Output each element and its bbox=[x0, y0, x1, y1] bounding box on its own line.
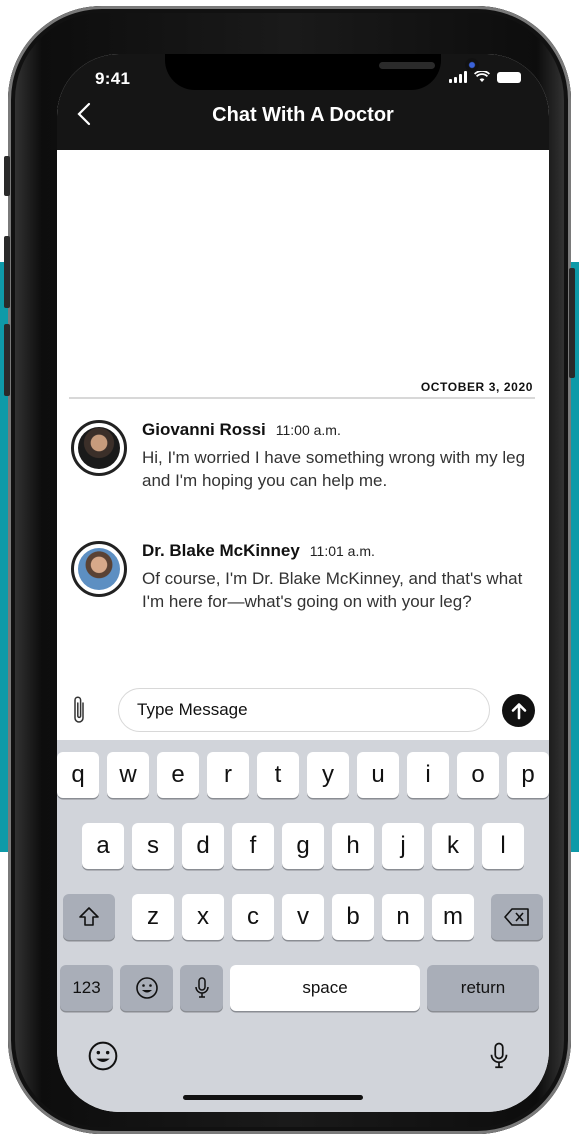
emoji-icon bbox=[135, 977, 158, 999]
key-u[interactable]: u bbox=[357, 752, 399, 798]
arrow-up-icon bbox=[511, 702, 526, 719]
page-title: Chat With A Doctor bbox=[212, 104, 394, 126]
return-key[interactable]: return bbox=[427, 965, 539, 1011]
notch bbox=[165, 54, 479, 90]
volume-down-button bbox=[4, 324, 10, 396]
front-camera bbox=[465, 58, 479, 72]
key-h[interactable]: h bbox=[332, 823, 374, 869]
emoji-icon bbox=[88, 1041, 118, 1071]
key-n[interactable]: n bbox=[382, 894, 424, 940]
phone-screen: 9:41 Chat With A Doctor OCTOBER 3, 2020 … bbox=[57, 54, 549, 1112]
microphone-icon bbox=[490, 1042, 508, 1069]
keyboard-row-3: z x c v b n m bbox=[57, 894, 549, 940]
space-key[interactable]: space bbox=[230, 965, 420, 1011]
message-text: Of course, I'm Dr. Blake McKinney, and t… bbox=[142, 569, 523, 611]
avatar[interactable] bbox=[71, 420, 127, 476]
key-f[interactable]: f bbox=[232, 823, 274, 869]
key-l[interactable]: l bbox=[482, 823, 524, 869]
key-w[interactable]: w bbox=[107, 752, 149, 798]
send-button[interactable] bbox=[502, 694, 535, 727]
key-q[interactable]: q bbox=[57, 752, 99, 798]
dictation-key[interactable] bbox=[180, 965, 223, 1011]
dictation-button[interactable] bbox=[489, 1040, 509, 1077]
app-header: 9:41 Chat With A Doctor bbox=[57, 54, 549, 150]
key-g[interactable]: g bbox=[282, 823, 324, 869]
message-header: Dr. Blake McKinney 11:01 a.m. bbox=[142, 541, 375, 561]
key-s[interactable]: s bbox=[132, 823, 174, 869]
keyboard-row-3-letters: z x c v b n m bbox=[132, 894, 474, 940]
sender-name: Giovanni Rossi bbox=[142, 420, 266, 439]
emoji-switch-button[interactable] bbox=[87, 1040, 119, 1077]
key-x[interactable]: x bbox=[182, 894, 224, 940]
signal-icon bbox=[449, 71, 467, 83]
paperclip-icon[interactable] bbox=[71, 694, 89, 726]
message-text: Hi, I'm worried I have something wrong w… bbox=[142, 448, 526, 490]
microphone-icon bbox=[194, 977, 209, 998]
key-o[interactable]: o bbox=[457, 752, 499, 798]
volume-up-button bbox=[4, 236, 10, 308]
status-icons bbox=[449, 71, 521, 83]
message-time: 11:01 a.m. bbox=[309, 543, 375, 559]
key-y[interactable]: y bbox=[307, 752, 349, 798]
speaker-grille bbox=[379, 62, 435, 69]
shift-key[interactable] bbox=[63, 894, 115, 940]
key-a[interactable]: a bbox=[82, 823, 124, 869]
keyboard-row-2: a s d f g h j k l bbox=[57, 823, 549, 869]
message-time: 11:00 a.m. bbox=[275, 422, 341, 438]
date-divider bbox=[69, 397, 535, 399]
key-t[interactable]: t bbox=[257, 752, 299, 798]
key-d[interactable]: d bbox=[182, 823, 224, 869]
numbers-key[interactable]: 123 bbox=[60, 965, 113, 1011]
message-composer bbox=[57, 680, 549, 740]
mute-switch bbox=[4, 156, 10, 196]
key-p[interactable]: p bbox=[507, 752, 549, 798]
battery-icon bbox=[497, 71, 521, 83]
delete-key[interactable] bbox=[491, 894, 543, 940]
emoji-key[interactable] bbox=[120, 965, 173, 1011]
power-button bbox=[569, 268, 575, 378]
home-indicator[interactable] bbox=[183, 1095, 363, 1100]
key-i[interactable]: i bbox=[407, 752, 449, 798]
key-v[interactable]: v bbox=[282, 894, 324, 940]
sender-name: Dr. Blake McKinney bbox=[142, 541, 300, 560]
key-z[interactable]: z bbox=[132, 894, 174, 940]
shift-icon bbox=[79, 907, 99, 926]
key-r[interactable]: r bbox=[207, 752, 249, 798]
key-m[interactable]: m bbox=[432, 894, 474, 940]
message-input[interactable] bbox=[118, 688, 490, 732]
keyboard-row-1: q w e r t y u i o p bbox=[57, 752, 549, 798]
phone-frame: 9:41 Chat With A Doctor OCTOBER 3, 2020 … bbox=[4, 6, 575, 1134]
key-b[interactable]: b bbox=[332, 894, 374, 940]
keyboard-row-4: 123 space return bbox=[57, 965, 549, 1011]
message-header: Giovanni Rossi 11:00 a.m. bbox=[142, 420, 341, 440]
status-time: 9:41 bbox=[95, 69, 131, 88]
key-e[interactable]: e bbox=[157, 752, 199, 798]
avatar[interactable] bbox=[71, 541, 127, 597]
keyboard: q w e r t y u i o p a s d f g h j k l z … bbox=[57, 740, 549, 1112]
key-j[interactable]: j bbox=[382, 823, 424, 869]
backspace-icon bbox=[504, 908, 529, 926]
key-c[interactable]: c bbox=[232, 894, 274, 940]
key-k[interactable]: k bbox=[432, 823, 474, 869]
wifi-icon bbox=[474, 71, 490, 82]
date-divider-label: OCTOBER 3, 2020 bbox=[420, 380, 533, 394]
